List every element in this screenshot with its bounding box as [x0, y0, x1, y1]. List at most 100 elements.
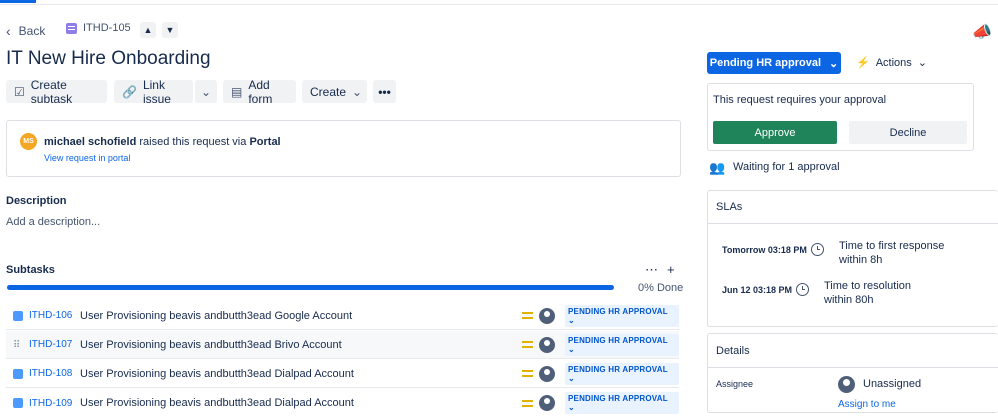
assignee-avatar[interactable] — [838, 376, 855, 393]
chevron-down-icon: ▼ — [165, 25, 175, 35]
approvers-icon[interactable]: 👥 — [709, 160, 725, 176]
subtasks-more-icon[interactable]: ⋯ — [645, 262, 658, 278]
view-request-link[interactable]: View request in portal — [44, 153, 130, 163]
link-issue-dropdown[interactable]: ⌄ — [195, 80, 217, 103]
decline-button[interactable]: Decline — [849, 121, 967, 144]
add-form-label: Add form — [248, 77, 273, 106]
request-card — [6, 120, 681, 177]
assignee-value[interactable]: Unassigned — [863, 378, 921, 390]
description-field[interactable]: Add a description... — [6, 216, 100, 228]
subtask-summary[interactable]: User Provisioning beavis andbutth3ead Di… — [80, 397, 354, 409]
subtask-key[interactable]: ITHD-106 — [29, 310, 72, 321]
lightning-icon: ⚡ — [856, 57, 870, 69]
subtasks-progress-bar — [7, 285, 614, 290]
previous-issue-button[interactable]: ▲ — [140, 22, 156, 38]
divider — [707, 367, 998, 368]
clock-icon — [796, 283, 809, 296]
priority-medium-icon — [522, 399, 533, 407]
create-subtask-label: Create subtask — [30, 77, 73, 106]
link-issue-label: Link issue — [142, 77, 171, 106]
form-icon: ▤ — [231, 84, 243, 99]
page-title[interactable]: IT New Hire Onboarding — [6, 48, 211, 70]
chevron-down-icon: ⌄ — [917, 57, 927, 69]
divider — [707, 223, 998, 224]
issue-type-icon — [66, 22, 77, 34]
assignee-avatar[interactable] — [539, 336, 555, 353]
subtask-summary[interactable]: User Provisioning beavis andbutth3ead Br… — [80, 339, 342, 351]
add-form-button[interactable]: ▤ Add form — [223, 77, 296, 106]
status-transition-button[interactable]: Pending HR approval ⌄ — [707, 52, 841, 74]
table-row[interactable]: ⠿ ITHD-107 User Provisioning beavis andb… — [6, 331, 679, 359]
chevron-up-icon: ▲ — [143, 25, 153, 35]
waiting-approval-text: Waiting for 1 approval — [733, 161, 840, 173]
chevron-down-icon: ⌄ — [200, 84, 212, 99]
table-row[interactable]: ITHD-109 User Provisioning beavis andbut… — [6, 389, 679, 417]
sla-goal: Time to resolution — [824, 280, 912, 292]
priority-medium-icon — [522, 370, 533, 377]
ellipsis-icon: ••• — [378, 84, 391, 99]
status-label: Pending HR approval — [709, 57, 822, 69]
chevron-down-icon: ⌄ — [352, 84, 363, 99]
table-row[interactable]: ITHD-106 User Provisioning beavis andbut… — [6, 302, 679, 330]
assignee-avatar[interactable] — [539, 307, 555, 324]
status-lozenge[interactable]: PENDING HR APPROVAL ⌄ — [565, 392, 679, 414]
sla-description: Time to first response within 8h — [839, 239, 944, 267]
next-issue-button[interactable]: ▼ — [162, 22, 178, 38]
sla-heading: SLAs — [716, 201, 743, 213]
sla-goal: Time to first response — [839, 240, 945, 252]
chevron-left-icon: ‹ — [6, 23, 11, 39]
back-button[interactable]: ‹ Back — [6, 22, 45, 40]
status-lozenge[interactable]: PENDING HR APPROVAL ⌄ — [565, 333, 679, 356]
subtask-icon — [13, 310, 23, 321]
subtasks-progress-label: 0% Done — [638, 282, 684, 294]
subtask-summary[interactable]: User Provisioning beavis andbutth3ead Di… — [80, 368, 354, 380]
active-tab-indicator — [0, 0, 36, 3]
assignee-avatar[interactable] — [539, 365, 555, 382]
subtask-icon — [13, 398, 23, 408]
description-heading: Description — [6, 195, 67, 207]
subtask-summary[interactable]: User Provisioning beavis andbutth3ead Go… — [80, 310, 352, 322]
more-actions-button[interactable]: ••• — [373, 80, 396, 103]
chevron-down-icon: ⌄ — [829, 57, 839, 70]
add-subtask-icon[interactable]: + — [667, 262, 675, 277]
issue-key: ITHD-105 — [83, 22, 131, 34]
assign-to-me-link[interactable]: Assign to me — [838, 399, 896, 410]
priority-medium-icon — [522, 341, 533, 348]
top-nav-strip — [0, 0, 998, 5]
megaphone-icon[interactable]: 📣 — [972, 22, 992, 42]
raised-text: raised this request via — [139, 136, 247, 148]
sla-remaining: within 8h — [839, 254, 883, 266]
sla-description: Time to resolution within 80h — [824, 279, 911, 307]
actions-label: Actions — [875, 56, 912, 69]
drag-handle-icon[interactable]: ⠿ — [13, 340, 20, 351]
subtasks-heading: Subtasks — [6, 264, 55, 276]
approval-prompt: This request requires your approval — [713, 94, 887, 106]
back-label: Back — [18, 24, 46, 38]
reporter-name[interactable]: michael schofield — [44, 136, 136, 148]
sla-remaining: within 80h — [824, 294, 874, 306]
assignee-avatar[interactable] — [539, 395, 555, 411]
priority-medium-icon — [522, 312, 533, 319]
approve-button[interactable]: Approve — [713, 121, 837, 144]
reporter-avatar[interactable]: MS — [20, 133, 37, 150]
subtask-icon — [13, 368, 23, 379]
create-subtask-button[interactable]: ☑ Create subtask — [6, 77, 107, 106]
request-channel: Portal — [249, 136, 281, 148]
details-heading[interactable]: Details — [716, 345, 750, 357]
subtask-key[interactable]: ITHD-109 — [29, 398, 72, 409]
status-lozenge[interactable]: PENDING HR APPROVAL ⌄ — [565, 362, 679, 385]
create-dropdown-button[interactable]: Create ⌄ — [302, 80, 367, 103]
link-issue-button[interactable]: 🔗 Link issue — [114, 77, 193, 106]
request-raised-text: michael schofield raised this request vi… — [44, 136, 281, 148]
subtask-key[interactable]: ITHD-107 — [29, 339, 72, 350]
subtask-key[interactable]: ITHD-108 — [29, 368, 72, 379]
link-icon: 🔗 — [122, 84, 137, 99]
create-label: Create — [310, 84, 347, 99]
status-lozenge[interactable]: PENDING HR APPROVAL ⌄ — [565, 304, 679, 327]
clock-icon — [811, 243, 824, 256]
sla-due-date: Tomorrow 03:18 PM — [722, 245, 807, 255]
sla-due-date: Jun 12 03:18 PM — [722, 285, 793, 295]
actions-button[interactable]: ⚡ Actions ⌄ — [856, 56, 927, 70]
breadcrumb-issue-key[interactable]: ITHD-105 — [66, 22, 131, 34]
table-row[interactable]: ITHD-108 User Provisioning beavis andbut… — [6, 360, 679, 388]
